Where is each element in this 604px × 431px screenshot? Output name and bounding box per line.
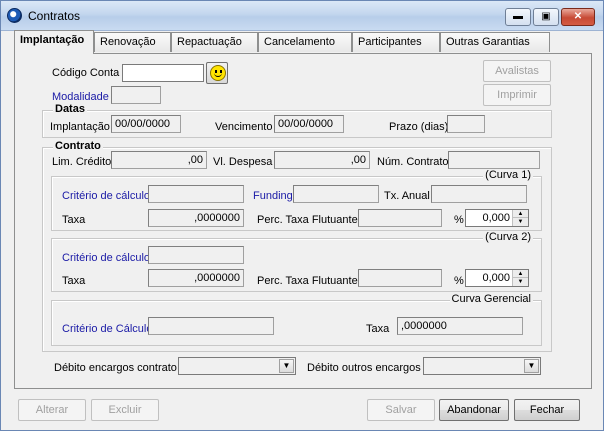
debito-contrato-label: Débito encargos contrato	[54, 362, 177, 374]
curva1-taxa-field[interactable]: ,0000000	[148, 209, 244, 227]
close-icon: ✕	[573, 11, 583, 22]
datas-title: Datas	[53, 103, 87, 115]
fechar-button[interactable]: Fechar	[514, 399, 580, 421]
implantacao-date-label: Implantação	[50, 121, 110, 133]
spin-up-icon[interactable]: ▲	[513, 210, 528, 218]
avalistas-button[interactable]: Avalistas	[483, 60, 551, 82]
implantacao-date-field[interactable]: 00/00/0000	[111, 115, 181, 133]
curva1-taxa-label: Taxa	[62, 214, 86, 226]
curva2-perc-label: Perc. Taxa Flutuante	[257, 275, 358, 287]
debito-outros-label: Débito outros encargos	[307, 362, 421, 374]
imprimir-button[interactable]: Imprimir	[483, 84, 551, 106]
curva2-spin-value: 0,000	[482, 272, 510, 284]
curva-gerencial-tag: Curva Gerencial	[449, 293, 533, 305]
salvar-button[interactable]: Salvar	[367, 399, 435, 421]
tab-implantacao[interactable]: Implantação	[14, 30, 94, 54]
tx-anual-label: Tx. Anual	[384, 190, 430, 202]
curva1-perc-label: Perc. Taxa Flutuante	[257, 214, 358, 226]
prazo-label: Prazo (dias)	[389, 121, 449, 133]
curva1-percent-symbol: %	[454, 214, 464, 226]
curva1-perc-field[interactable]	[358, 209, 442, 227]
curva1-spin-arrows[interactable]: ▲ ▼	[512, 210, 528, 226]
search-conta-button[interactable]	[206, 62, 228, 84]
vencimento-label: Vencimento	[215, 121, 273, 133]
tab-outras-garantias[interactable]: Outras Garantias	[440, 32, 550, 52]
curva2-perc-field[interactable]	[358, 269, 442, 287]
curva1-spin-value: 0,000	[482, 212, 510, 224]
curva1-spin-input[interactable]: 0,000 ▲ ▼	[465, 209, 529, 227]
contrato-title: Contrato	[53, 140, 103, 152]
gerencial-criterio-field[interactable]	[148, 317, 274, 335]
spin-down-icon[interactable]: ▼	[513, 278, 528, 286]
vl-despesa-field[interactable]: ,00	[274, 151, 370, 169]
contratos-window: Contratos ▬ ▣ ✕ Implantação Renovação Re…	[0, 0, 604, 431]
spin-up-icon[interactable]: ▲	[513, 270, 528, 278]
prazo-field[interactable]	[447, 115, 485, 133]
curva2-taxa-label: Taxa	[62, 275, 86, 287]
tab-repactuacao[interactable]: Repactuação	[171, 32, 258, 52]
codigo-conta-label: Código Conta	[52, 67, 120, 79]
chevron-down-icon[interactable]: ▼	[524, 359, 539, 373]
vl-despesa-label: Vl. Despesa	[213, 156, 273, 168]
codigo-conta-input[interactable]	[122, 64, 204, 82]
abandonar-button[interactable]: Abandonar	[439, 399, 509, 421]
chevron-down-icon[interactable]: ▼	[279, 359, 294, 373]
tab-cancelamento[interactable]: Cancelamento	[258, 32, 352, 52]
excluir-button[interactable]: Excluir	[91, 399, 159, 421]
maximize-button[interactable]: ▣	[533, 8, 559, 26]
funding-label[interactable]: Funding	[253, 190, 293, 202]
curva2-criterio-label[interactable]: Critério de cálculo	[62, 252, 150, 264]
minimize-icon: ▬	[513, 11, 523, 22]
funding-field[interactable]	[293, 185, 379, 203]
close-button[interactable]: ✕	[561, 8, 595, 26]
tab-renovacao[interactable]: Renovação	[94, 32, 171, 52]
maximize-icon: ▣	[541, 11, 551, 22]
gerencial-taxa-field[interactable]: ,0000000	[397, 317, 523, 335]
tab-participantes[interactable]: Participantes	[352, 32, 440, 52]
curva2-spin-arrows[interactable]: ▲ ▼	[512, 270, 528, 286]
curva1-criterio-field[interactable]	[148, 185, 244, 203]
lim-credito-field[interactable]: ,00	[111, 151, 207, 169]
spin-down-icon[interactable]: ▼	[513, 218, 528, 226]
lim-credito-label: Lim. Crédito	[52, 156, 112, 168]
smiley-face-icon	[210, 65, 226, 81]
gerencial-criterio-label[interactable]: Critério de Cálculo	[62, 323, 152, 335]
title-bar[interactable]: Contratos ▬ ▣ ✕	[1, 1, 603, 31]
curva2-tag: (Curva 2)	[483, 231, 533, 243]
vencimento-field[interactable]: 00/00/0000	[274, 115, 344, 133]
curva2-percent-symbol: %	[454, 275, 464, 287]
modalidade-field[interactable]	[111, 86, 161, 104]
tx-anual-field[interactable]	[431, 185, 527, 203]
gerencial-taxa-label: Taxa	[366, 323, 390, 335]
app-icon	[7, 8, 22, 23]
curva2-criterio-field[interactable]	[148, 246, 244, 264]
curva1-tag: (Curva 1)	[483, 169, 533, 181]
num-contrato-label: Núm. Contrato	[377, 156, 449, 168]
window-title: Contratos	[28, 9, 81, 23]
modalidade-label[interactable]: Modalidade	[52, 91, 109, 103]
curva2-spin-input[interactable]: 0,000 ▲ ▼	[465, 269, 529, 287]
debito-outros-select[interactable]: ▼	[423, 357, 541, 375]
alterar-button[interactable]: Alterar	[18, 399, 86, 421]
debito-contrato-select[interactable]: ▼	[178, 357, 296, 375]
curva2-taxa-field[interactable]: ,0000000	[148, 269, 244, 287]
minimize-button[interactable]: ▬	[505, 8, 531, 26]
num-contrato-field[interactable]	[448, 151, 540, 169]
curva1-criterio-label[interactable]: Critério de cálculo	[62, 190, 150, 202]
implantacao-panel: Código Conta Modalidade Avalistas Imprim…	[14, 53, 592, 389]
